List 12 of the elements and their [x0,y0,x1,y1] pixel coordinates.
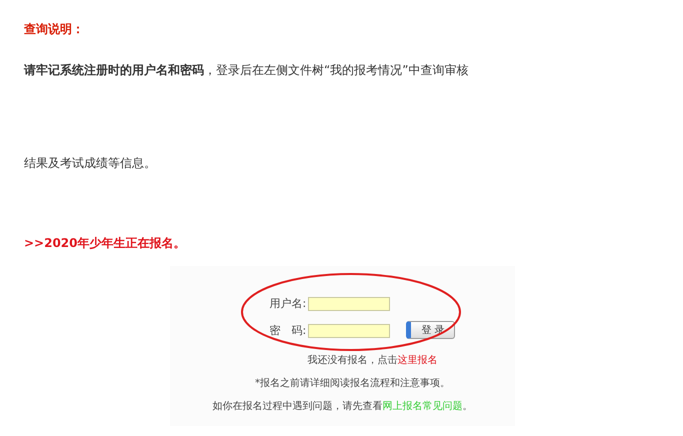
register-text: 我还没有报名，点击这里报名 [308,354,438,368]
instruction-text: 结果及考试成绩等信息。 [24,155,156,172]
instruction-text: 请牢记系统注册时的用户名和密码，登录后在左侧文件树“我的报考情况”中查询审核 [24,62,468,78]
input-field[interactable] [308,324,390,338]
input-field[interactable] [308,297,390,312]
section-heading: 查询说明： [24,21,85,38]
field-label: 密 码: [270,322,306,338]
register-link[interactable]: 这里报名 [398,355,438,366]
notice-text: >>2020年少年生正在报名。 [24,235,186,252]
field-label: 用户名: [270,296,306,312]
note-text: *报名之前请详细阅读报名流程和注意事项。 [255,376,450,391]
help-text: 如你在报名过程中遇到问题，请先查看网上报名常见问题。 [212,400,472,414]
